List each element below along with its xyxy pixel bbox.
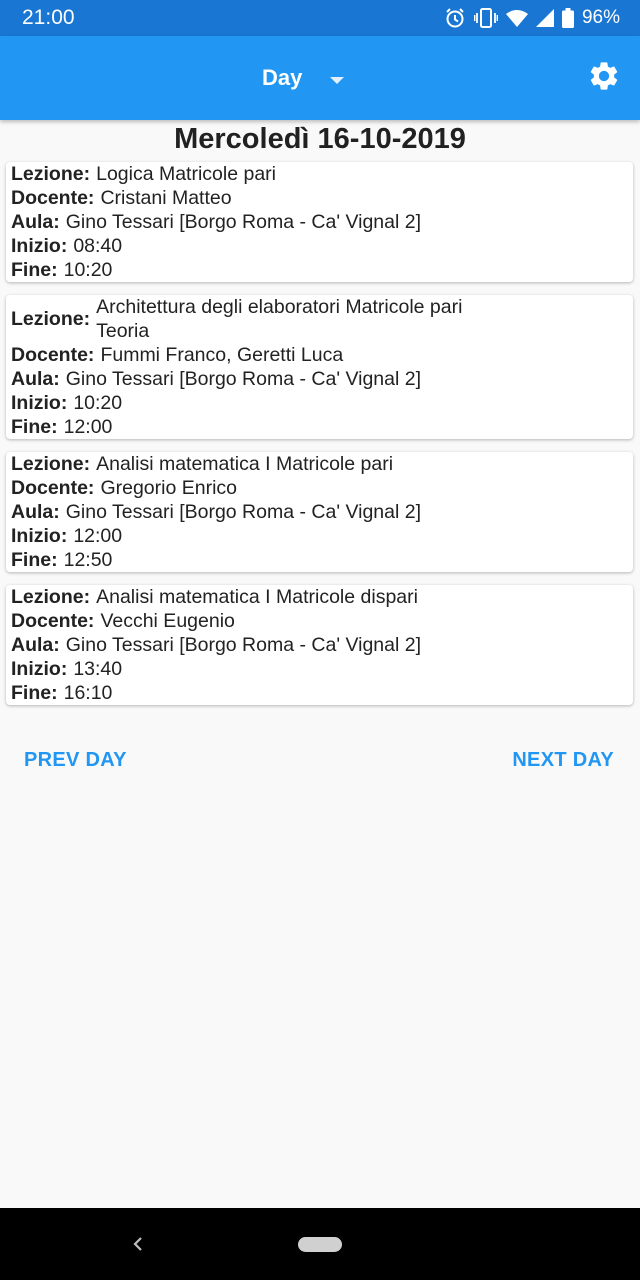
battery-icon — [561, 8, 574, 28]
teacher-row: Docente: Fummi Franco, Geretti Luca — [11, 343, 633, 367]
start-value: 12:00 — [73, 525, 123, 547]
teacher-label: Docente: — [11, 610, 95, 632]
room-label: Aula: — [11, 368, 60, 390]
lesson-value: Logica Matricole pari — [96, 163, 277, 185]
end-label: Fine: — [11, 416, 58, 438]
view-selector-label: Day — [262, 65, 303, 90]
lesson-card: Lezione: Analisi matematica I Matricole … — [6, 585, 633, 705]
wifi-icon — [505, 9, 528, 27]
battery-percent: 96% — [581, 7, 620, 28]
signal-icon — [535, 9, 554, 27]
teacher-row: Docente: Gregorio Enrico — [11, 476, 633, 500]
start-row: Inizio: 13:40 — [11, 657, 633, 681]
start-value: 13:40 — [73, 658, 123, 680]
teacher-value: Fummi Franco, Geretti Luca — [100, 344, 344, 366]
start-label: Inizio: — [11, 658, 68, 680]
lesson-label: Lezione: — [11, 308, 91, 330]
room-row: Aula: Gino Tessari [Borgo Roma - Ca' Vig… — [11, 500, 633, 524]
start-row: Inizio: 12:00 — [11, 524, 633, 548]
gear-icon — [587, 59, 621, 98]
view-selector-dropdown[interactable]: Day — [262, 56, 345, 100]
lesson-row: Lezione: Logica Matricole pari — [11, 162, 633, 186]
lesson-value: Architettura degli elaboratori Matricole… — [96, 296, 463, 342]
room-value: Gino Tessari [Borgo Roma - Ca' Vignal 2] — [65, 501, 422, 523]
date-title: Mercoledì 16-10-2019 — [174, 123, 466, 155]
end-row: Fine: 12:00 — [11, 415, 633, 439]
end-value: 12:50 — [63, 549, 113, 571]
back-chevron-icon[interactable] — [128, 1232, 148, 1256]
end-row: Fine: 12:50 — [11, 548, 633, 572]
start-label: Inizio: — [11, 392, 68, 414]
lesson-card: Lezione: Architettura degli elaboratori … — [6, 295, 633, 439]
vibrate-icon — [473, 7, 498, 29]
lesson-label: Lezione: — [11, 453, 91, 475]
teacher-value: Vecchi Eugenio — [100, 610, 235, 632]
lesson-label: Lezione: — [11, 586, 91, 608]
end-label: Fine: — [11, 682, 58, 704]
status-bar: 21:00 96% — [0, 0, 640, 36]
status-icons: 96% — [444, 7, 620, 29]
teacher-row: Docente: Cristani Matteo — [11, 186, 633, 210]
end-value: 16:10 — [63, 682, 113, 704]
start-row: Inizio: 10:20 — [11, 391, 633, 415]
teacher-label: Docente: — [11, 477, 95, 499]
teacher-label: Docente: — [11, 344, 95, 366]
lesson-row: Lezione: Analisi matematica I Matricole … — [11, 585, 633, 609]
room-value: Gino Tessari [Borgo Roma - Ca' Vignal 2] — [65, 368, 422, 390]
end-row: Fine: 16:10 — [11, 681, 633, 705]
dropdown-arrow-icon — [330, 76, 345, 84]
room-row: Aula: Gino Tessari [Borgo Roma - Ca' Vig… — [11, 210, 633, 234]
start-label: Inizio: — [11, 235, 68, 257]
room-value: Gino Tessari [Borgo Roma - Ca' Vignal 2] — [65, 211, 422, 233]
room-value: Gino Tessari [Borgo Roma - Ca' Vignal 2] — [65, 634, 422, 656]
start-row: Inizio: 08:40 — [11, 234, 633, 258]
next-day-button[interactable]: NEXT DAY — [512, 744, 614, 776]
room-label: Aula: — [11, 211, 60, 233]
start-value: 10:20 — [73, 392, 123, 414]
room-label: Aula: — [11, 501, 60, 523]
teacher-value: Gregorio Enrico — [100, 477, 237, 499]
lesson-row: Lezione: Architettura degli elaboratori … — [11, 295, 633, 343]
end-label: Fine: — [11, 259, 58, 281]
start-label: Inizio: — [11, 525, 68, 547]
lesson-label: Lezione: — [11, 163, 91, 185]
status-time: 21:00 — [22, 6, 75, 29]
end-label: Fine: — [11, 549, 58, 571]
alarm-icon — [444, 7, 466, 29]
home-pill-icon[interactable] — [298, 1237, 342, 1252]
room-row: Aula: Gino Tessari [Borgo Roma - Ca' Vig… — [11, 367, 633, 391]
lesson-value: Analisi matematica I Matricole dispari — [96, 586, 418, 608]
settings-button[interactable] — [584, 58, 624, 98]
teacher-row: Docente: Vecchi Eugenio — [11, 609, 633, 633]
lesson-value: Analisi matematica I Matricole pari — [96, 453, 394, 475]
teacher-value: Cristani Matteo — [100, 187, 232, 209]
lesson-card: Lezione: Logica Matricole pari Docente: … — [6, 162, 633, 282]
prev-day-button[interactable]: PREV DAY — [24, 744, 127, 776]
end-row: Fine: 10:20 — [11, 258, 633, 282]
room-label: Aula: — [11, 634, 60, 656]
room-row: Aula: Gino Tessari [Borgo Roma - Ca' Vig… — [11, 633, 633, 657]
lesson-row: Lezione: Analisi matematica I Matricole … — [11, 452, 633, 476]
lesson-card: Lezione: Analisi matematica I Matricole … — [6, 452, 633, 572]
start-value: 08:40 — [73, 235, 123, 257]
app-bar: Day — [0, 36, 640, 120]
end-value: 10:20 — [63, 259, 113, 281]
end-value: 12:00 — [63, 416, 113, 438]
teacher-label: Docente: — [11, 187, 95, 209]
